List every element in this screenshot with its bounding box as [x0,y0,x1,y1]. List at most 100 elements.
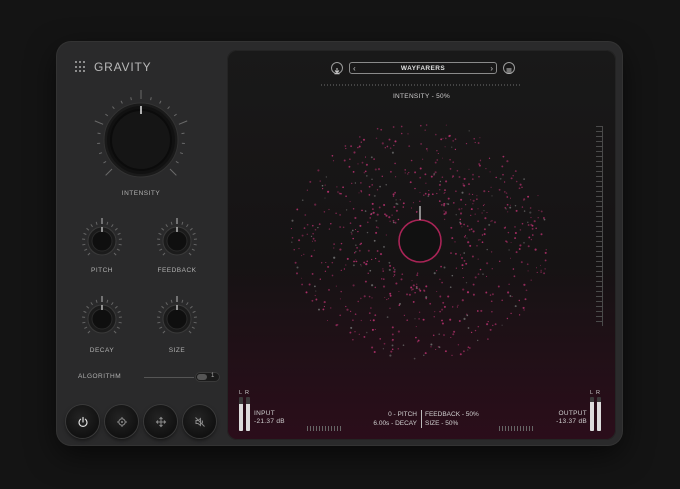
particle [392,221,395,224]
particle [406,319,409,322]
particle [325,261,327,264]
particle [400,278,403,281]
particle [444,212,447,215]
pitch-knob[interactable] [77,216,127,266]
settings-button[interactable] [105,405,138,438]
particle [327,190,330,193]
preset-browser-button[interactable] [503,62,515,74]
knob-tick [181,221,184,225]
particle [455,190,457,193]
particle [523,283,526,286]
particle [345,209,348,211]
particle [481,234,484,236]
knob-tick [193,243,197,246]
particle [468,130,470,132]
particle [472,283,475,286]
knob-tick [191,326,195,329]
particle [530,217,532,219]
particle [441,319,443,322]
particle [386,316,389,318]
particle [511,296,513,298]
particle [468,168,470,170]
pitch-stat: 0 - PITCH [388,411,417,418]
particle [349,310,352,313]
particle [349,158,351,160]
intensity-knob[interactable] [79,90,203,190]
knob-tick [191,248,195,251]
preset-download-button[interactable] [331,62,343,75]
knob-tick [189,227,193,231]
particle [360,182,362,184]
particle [477,208,479,210]
particle [340,269,342,272]
knob-tick [87,252,91,256]
preset-divider [321,84,521,86]
particle [314,285,316,288]
particle [363,295,366,298]
particle [536,271,538,273]
knob-tick [170,299,173,303]
particle [389,220,391,223]
intensity-tick [105,168,113,176]
feedback-knob[interactable] [152,216,202,266]
particle [449,158,451,161]
particle [410,289,413,291]
particle [489,294,492,296]
particle [311,299,314,302]
output-meter: LR [590,390,603,431]
preset-name: WAYFARERS [400,65,446,72]
particle [451,306,454,308]
particle [454,252,457,255]
preset-next-button[interactable]: › [490,64,493,73]
algorithm-selector[interactable] [195,372,220,382]
power-icon [77,416,88,427]
particle [370,213,373,216]
particle [373,350,376,354]
particle [510,177,513,180]
particle [482,273,484,275]
app-title: GRAVITY [94,60,152,74]
particle [343,159,346,162]
particle [449,318,452,321]
particle [505,192,508,194]
move-button[interactable] [144,405,177,438]
particle [383,278,385,280]
particle [509,206,512,209]
particle [419,289,422,292]
decay-knob[interactable] [77,294,127,344]
particle [486,323,489,326]
knob-tick [111,302,114,306]
particle [371,297,373,299]
particle [443,305,446,308]
power-button[interactable] [66,405,99,438]
size-knob[interactable] [152,294,202,344]
particle [436,192,438,195]
particle [461,299,464,302]
particle [429,302,432,305]
particle [319,278,321,280]
particle [419,191,421,194]
particle [298,247,300,250]
particle [417,339,420,342]
particle [489,328,492,331]
particle [381,142,384,145]
particle [476,310,479,312]
particle [314,203,317,206]
particle [325,176,327,178]
particle [376,213,379,216]
particle [462,183,464,185]
particle [394,162,396,165]
input-value: -21.37 dB [254,418,285,425]
particle [482,204,485,207]
particle [458,176,461,178]
intensity-tick [130,97,132,101]
mute-button[interactable] [183,405,216,438]
knob-tick [86,227,90,231]
knob-tick [113,330,117,334]
particle [412,202,414,204]
particle [480,309,483,312]
particle [468,229,471,231]
preset-name-box[interactable]: ‹ WAYFARERS › [349,62,497,74]
particle [367,249,370,252]
particle [471,178,474,180]
